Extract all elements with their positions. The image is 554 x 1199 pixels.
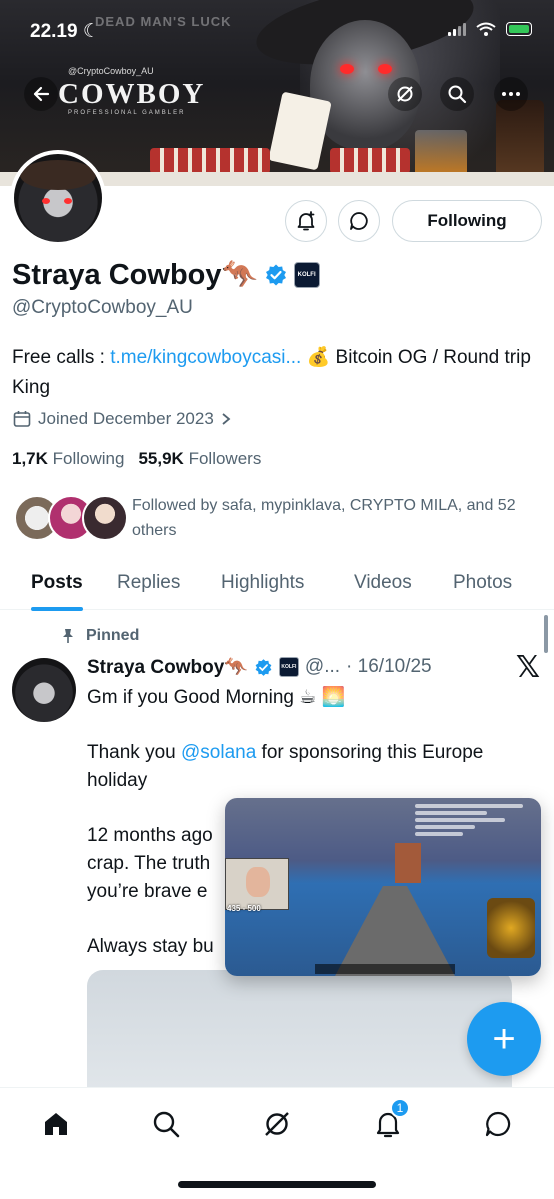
search-icon [448,85,467,104]
affiliate-badge[interactable]: KOLFI [293,262,320,288]
post-line-2: Thank you @solana for sponsoring this Eu… [87,739,547,795]
followed-by-row[interactable]: Followed by safa, mypinklava, CRYPTO MIL… [14,490,544,546]
followed-by-avatars [14,495,130,541]
tab-replies[interactable]: Replies [117,556,180,610]
notifications-subscribe-button[interactable] [285,200,327,242]
scrollbar[interactable] [544,615,548,653]
chat-bubble-icon [485,1111,511,1137]
nav-home[interactable] [36,1104,76,1144]
tab-posts[interactable]: Posts [31,556,83,611]
grok-icon [265,1112,289,1136]
pip-torch [487,898,535,958]
verified-badge-icon [265,264,286,286]
profile-bio: Free calls : t.me/kingcowboycasi... 💰 Bi… [12,343,542,403]
search-icon [153,1111,180,1138]
following-button[interactable]: Following [392,200,542,242]
bell-plus-icon [297,211,315,231]
banner-poker-chips-right [330,148,410,174]
post-author-avatar[interactable] [12,658,76,722]
chevron-right-icon [222,413,231,425]
joined-date-row[interactable]: Joined December 2023 [12,409,232,429]
followers-count-link[interactable]: 55,9K Followers [138,449,261,469]
more-button[interactable] [494,77,528,111]
pip-webcam-face [246,867,270,897]
profile-name: Straya Cowboy🦘 [12,259,258,291]
post-author-name[interactable]: Straya Cowboy🦘 [87,655,248,679]
followed-by-text: Followed by safa, mypinklava, CRYPTO MIL… [132,497,516,539]
banner-logo: COWBOY [58,78,206,110]
avatar-eye-left [42,198,50,204]
banner-logo-subtitle: PROFESSIONAL GAMBLER [68,110,186,116]
home-indicator[interactable] [178,1181,376,1188]
bio-link[interactable]: t.me/kingcowboycasi... [110,347,301,368]
tab-highlights[interactable]: Highlights [221,556,304,610]
grok-button[interactable] [388,77,422,111]
pin-icon [63,629,73,643]
chat-bubble-icon [350,212,368,230]
profile-handle: @CryptoCowboy_AU [12,297,193,318]
nav-search[interactable] [146,1104,186,1144]
banner-eye-right [378,64,392,74]
joined-date: Joined December 2023 [38,409,214,428]
post-mention[interactable]: @solana [181,742,256,763]
banner-poker-chips [150,148,270,174]
back-button[interactable] [24,77,58,111]
home-icon [45,1113,67,1135]
pip-rail-track [335,886,455,976]
notifications-badge: 1 [390,1098,410,1118]
status-time: 22.19 ☾ [30,21,100,42]
pip-chat-overlay [415,804,535,844]
banner-sign-text: DEAD MAN'S LUCK [95,14,232,29]
following-count-link[interactable]: 1,7K Following [12,449,124,469]
profile-avatar[interactable] [10,150,106,246]
bio-prefix: Free calls : [12,347,111,368]
tab-videos[interactable]: Videos [354,556,412,610]
pinned-label: Pinned [60,627,139,645]
nav-messages[interactable] [478,1104,518,1144]
post-line-3: 12 months ago crap. The truth you’re bra… [87,825,213,902]
status-icons [448,22,532,36]
wifi-icon [476,22,496,36]
post-line-2-prefix: Thank you [87,742,181,763]
follower-avatar [82,495,128,541]
banner-logo-handle: @CryptoCowboy_AU [68,66,154,76]
pip-webcam [225,858,289,910]
x-logo-icon: 𝕏 [515,651,540,684]
tab-photos[interactable]: Photos [453,556,512,610]
post-date: · 16/10/25 [346,656,432,677]
post-line-1: Gm if you Good Morning ☕ 🌅 [87,687,346,708]
moon-icon: ☾ [82,21,100,42]
profile-name-row: Straya Cowboy🦘 KOLFI [12,258,320,292]
pip-water-tower [395,843,421,883]
nav-notifications[interactable]: 1 [368,1098,410,1144]
banner-whiskey-bottle [496,100,544,180]
avatar-eye-right [64,198,72,204]
banner-whiskey-glass [415,130,467,176]
post-affiliate-badge: KOLFI [278,657,299,677]
calendar-icon [13,411,31,427]
pip-score: 435 - 500 [227,904,261,913]
avatar-hat [20,160,96,190]
battery-icon [506,22,532,36]
grok-icon [397,86,413,102]
post-author-handle: @... [304,656,341,677]
search-button[interactable] [440,77,474,111]
pinned-text: Pinned [86,627,140,644]
banner-eye-left [340,64,354,74]
post-header: Straya Cowboy🦘 KOLFI @... · 16/10/25 [87,655,432,679]
pip-hotbar [315,964,455,974]
follow-counts: 1,7K Following 55,9K Followers [12,449,261,469]
compose-button[interactable]: + [467,1002,541,1076]
profile-tabs: Posts Replies Highlights Videos Photos [0,556,554,611]
arrow-left-icon [33,86,50,102]
cellular-signal-icon [448,22,466,36]
more-icon [502,92,520,96]
pip-video-player[interactable]: 435 - 500 [225,798,541,976]
nav-grok[interactable] [257,1104,297,1144]
verified-badge-icon [255,658,272,676]
message-button[interactable] [338,200,380,242]
